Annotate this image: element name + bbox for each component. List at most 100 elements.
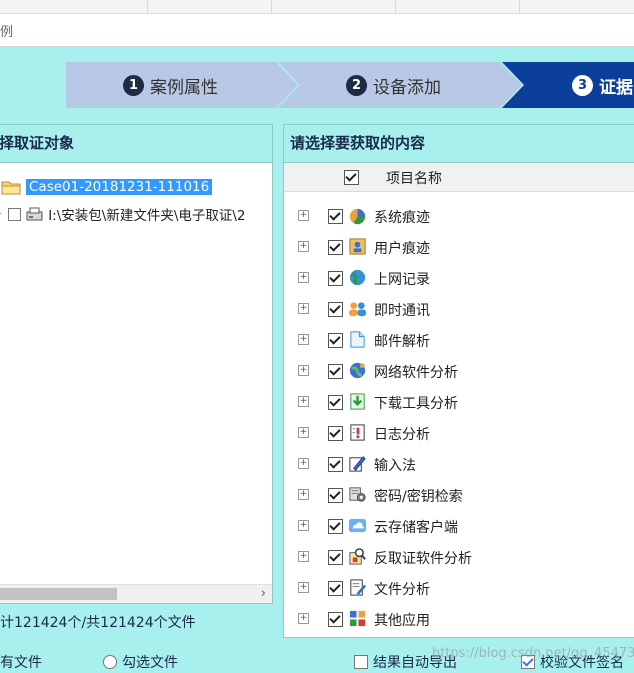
list-item[interactable]: + 密码/密钥检索	[284, 480, 634, 511]
item-label: 日志分析	[374, 427, 430, 443]
anti-forensics-icon	[349, 548, 366, 565]
item-label: 用户痕迹	[374, 241, 430, 257]
list-item[interactable]: + 邮件解析	[284, 325, 634, 356]
checked-files-option[interactable]: 勾选文件	[103, 652, 178, 672]
strip-divider	[395, 0, 396, 13]
network-software-icon	[349, 362, 366, 379]
list-item[interactable]: + 反取证软件分析	[284, 542, 634, 573]
download-tool-icon	[350, 393, 365, 410]
item-checkbox[interactable]	[328, 364, 343, 379]
list-item[interactable]: + 输入法	[284, 449, 634, 480]
item-label: 输入法	[374, 458, 416, 474]
tree-item-case[interactable]: Case01-20181231-111016	[0, 176, 213, 198]
strip-divider	[519, 0, 520, 13]
list-item[interactable]: + 日志分析	[284, 418, 634, 449]
item-checkbox[interactable]	[328, 457, 343, 472]
expand-icon[interactable]: +	[298, 427, 309, 438]
window-titlebar: 例	[0, 14, 634, 47]
expand-icon[interactable]: +	[298, 334, 309, 345]
mail-icon	[350, 331, 365, 348]
wizard-steps: 1 案例属性 2 设备添加 3 证据	[0, 62, 634, 108]
other-apps-icon	[349, 610, 366, 627]
tree-item-drive[interactable]: · I:\安装包\新建文件夹\电子取证\2	[0, 203, 246, 225]
window-title: 例	[0, 25, 14, 40]
step-1[interactable]: 1 案例属性	[123, 73, 218, 98]
list-item[interactable]: + 其他应用	[284, 604, 634, 635]
all-files-label: 有文件	[0, 655, 42, 671]
column-header-label: 项目名称	[386, 171, 442, 187]
expand-icon[interactable]: +	[298, 613, 309, 624]
evidence-object-panel: 择取证对象 Case01-20181231-111016 · I:\安装包\新建…	[0, 124, 273, 604]
expand-icon[interactable]: +	[298, 551, 309, 562]
step-arrows	[66, 62, 634, 108]
evidence-object-header: 择取证对象	[0, 125, 272, 163]
select-all-checkbox[interactable]	[344, 170, 359, 185]
auto-export-checkbox[interactable]	[354, 655, 368, 669]
tree-item-drive-label: I:\安装包\新建文件夹\电子取证\2	[48, 208, 246, 224]
file-count: 计121424个/共121424个文件	[0, 615, 196, 631]
checked-files-label: 勾选文件	[122, 655, 178, 671]
expand-icon[interactable]: +	[298, 489, 309, 500]
expand-icon[interactable]: +	[298, 582, 309, 593]
expand-icon[interactable]: +	[298, 396, 309, 407]
expand-icon[interactable]: +	[298, 210, 309, 221]
cloud-storage-icon	[348, 518, 367, 533]
expand-icon[interactable]: +	[298, 241, 309, 252]
item-checkbox[interactable]	[328, 209, 343, 224]
item-label: 网络软件分析	[374, 365, 458, 381]
item-checkbox[interactable]	[328, 612, 343, 627]
all-files-option[interactable]: 有文件	[0, 652, 42, 672]
top-strip	[0, 0, 634, 14]
item-label: 反取证软件分析	[374, 551, 472, 567]
item-checkbox[interactable]	[328, 488, 343, 503]
watermark: https://blog.csdn.net/qq_45473645	[432, 646, 634, 661]
step-1-number: 1	[123, 75, 144, 96]
list-item[interactable]: + 网络软件分析	[284, 356, 634, 387]
item-checkbox[interactable]	[328, 395, 343, 410]
tree-item-drive-checkbox[interactable]	[8, 207, 22, 221]
item-checkbox[interactable]	[328, 426, 343, 441]
expand-icon[interactable]: +	[298, 365, 309, 376]
item-label: 下载工具分析	[374, 396, 458, 412]
step-3[interactable]: 3 证据	[572, 73, 633, 98]
item-checkbox[interactable]	[328, 550, 343, 565]
list-item[interactable]: + 文件分析	[284, 573, 634, 604]
horizontal-scrollbar[interactable]: ›	[0, 584, 272, 603]
internet-history-icon	[349, 269, 366, 286]
list-item[interactable]: + 系统痕迹	[284, 201, 634, 232]
item-checkbox[interactable]	[328, 519, 343, 534]
item-checkbox[interactable]	[328, 302, 343, 317]
step-3-label: 证据	[599, 78, 633, 98]
drive-icon	[26, 207, 43, 221]
item-checkbox[interactable]	[328, 240, 343, 255]
item-label: 即时通讯	[374, 303, 430, 319]
list-item[interactable]: + 即时通讯	[284, 294, 634, 325]
item-checkbox[interactable]	[328, 271, 343, 286]
expand-icon[interactable]: +	[298, 272, 309, 283]
list-item[interactable]: + 上网记录	[284, 263, 634, 294]
item-label: 其他应用	[374, 613, 430, 629]
item-label: 云存储客户端	[374, 520, 458, 536]
expand-icon[interactable]: +	[298, 458, 309, 469]
tree-connector: ·	[0, 209, 2, 220]
strip-divider	[271, 0, 272, 13]
scrollbar-thumb[interactable]	[0, 588, 117, 600]
scroll-right-icon[interactable]: ›	[261, 585, 266, 603]
item-checkbox[interactable]	[328, 333, 343, 348]
checked-files-radio[interactable]	[103, 655, 117, 669]
expand-icon[interactable]: +	[298, 520, 309, 531]
list-item[interactable]: + 用户痕迹	[284, 232, 634, 263]
item-label: 文件分析	[374, 582, 430, 598]
expand-icon[interactable]: +	[298, 303, 309, 314]
instant-messaging-icon	[348, 302, 367, 317]
content-selection-header: 请选择要获取的内容	[284, 125, 634, 163]
item-label: 邮件解析	[374, 334, 430, 350]
user-trace-icon	[349, 238, 366, 255]
list-item[interactable]: + 下载工具分析	[284, 387, 634, 418]
item-label: 密码/密钥检索	[374, 489, 463, 505]
list-item[interactable]: + 云存储客户端	[284, 511, 634, 542]
step-2[interactable]: 2 设备添加	[346, 73, 441, 98]
strip-divider	[147, 0, 148, 13]
item-checkbox[interactable]	[328, 581, 343, 596]
item-label: 系统痕迹	[374, 210, 430, 226]
